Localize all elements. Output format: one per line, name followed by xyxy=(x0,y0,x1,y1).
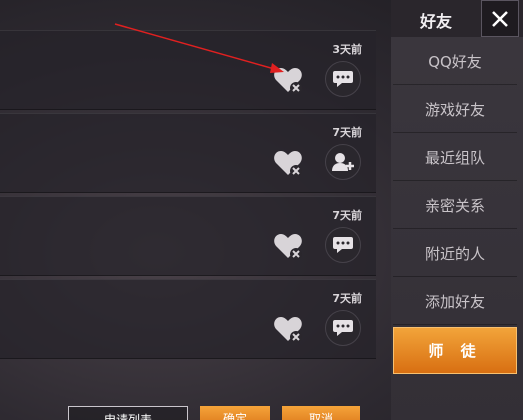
cancel-button[interactable]: 取消 xyxy=(282,406,360,420)
tab-recent-team[interactable]: 最近组队 xyxy=(393,134,517,181)
tab-nearby-people[interactable]: 附近的人 xyxy=(393,230,517,277)
close-icon xyxy=(492,10,508,27)
tab-qq-friends[interactable]: QQ好友 xyxy=(393,38,517,85)
sidebar-title: 好友 xyxy=(420,12,453,31)
apply-list-button[interactable]: 申请列表 xyxy=(68,406,188,420)
tab-mentor-apprentice[interactable]: 师 徒 xyxy=(393,327,517,374)
tab-intimate-relations[interactable]: 亲密关系 xyxy=(393,182,517,229)
close-button[interactable] xyxy=(481,0,519,37)
tab-add-friend[interactable]: 添加好友 xyxy=(393,278,517,325)
confirm-button[interactable]: 确定 xyxy=(200,406,270,420)
tab-game-friends[interactable]: 游戏好友 xyxy=(393,86,517,133)
